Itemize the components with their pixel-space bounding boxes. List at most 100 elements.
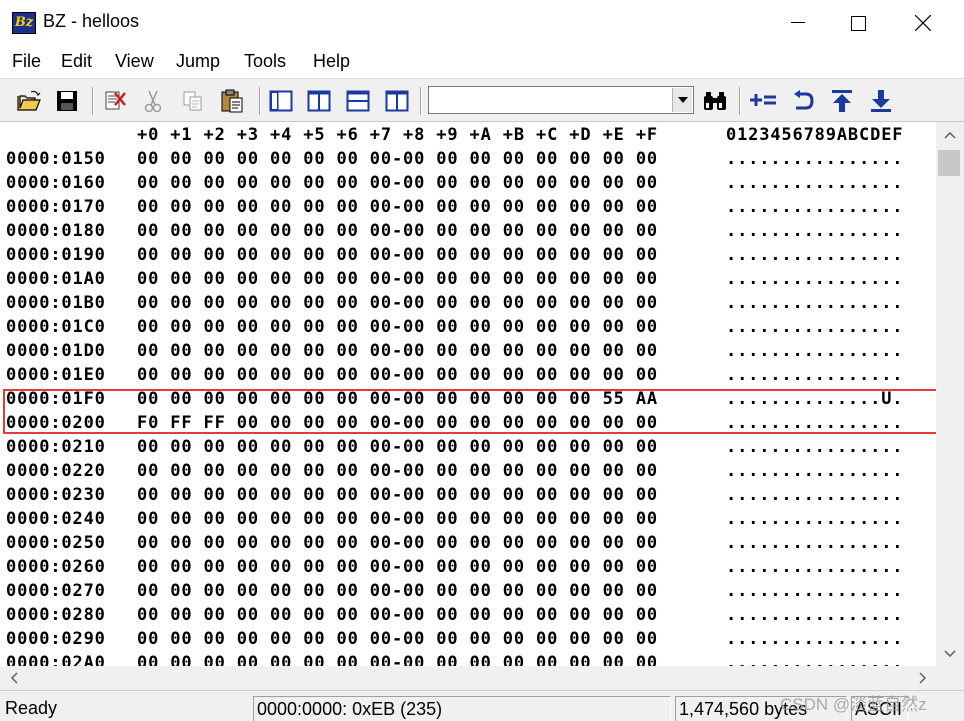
combobox-dropdown-button[interactable]	[672, 88, 692, 112]
horizontal-scrollbar[interactable]	[0, 666, 936, 690]
hex-row-bytes[interactable]: 00 00 00 00 00 00 00 00-00 00 00 00 00 0…	[137, 555, 658, 579]
hex-row-ascii[interactable]: ................	[726, 627, 903, 651]
jump-top-icon[interactable]	[829, 88, 855, 114]
app-logo-icon: Bz	[12, 12, 36, 34]
hex-row-ascii[interactable]: ................	[726, 243, 903, 267]
hex-row-ascii[interactable]: ................	[726, 195, 903, 219]
hex-row-ascii[interactable]: ................	[726, 579, 903, 603]
hex-row[interactable]: 0000:0230 00 00 00 00 00 00 00 00-00 00 0…	[0, 483, 936, 507]
hex-row-bytes[interactable]: 00 00 00 00 00 00 00 00-00 00 00 00 00 0…	[137, 483, 658, 507]
hex-row[interactable]: 0000:0160 00 00 00 00 00 00 00 00-00 00 0…	[0, 171, 936, 195]
plus-equals-icon[interactable]	[750, 88, 776, 114]
hex-row-bytes[interactable]: 00 00 00 00 00 00 00 00-00 00 00 00 00 0…	[137, 531, 658, 555]
hex-row-bytes[interactable]: 00 00 00 00 00 00 00 00-00 00 00 00 00 0…	[137, 267, 658, 291]
hex-row-bytes[interactable]: 00 00 00 00 00 00 00 00-00 00 00 00 00 0…	[137, 435, 658, 459]
hex-row-bytes[interactable]: 00 00 00 00 00 00 00 00-00 00 00 00 00 0…	[137, 603, 658, 627]
hex-row-ascii[interactable]: ................	[726, 339, 903, 363]
hex-row-ascii[interactable]: ................	[726, 291, 903, 315]
hex-row-ascii[interactable]: ................	[726, 219, 903, 243]
view-single-icon[interactable]	[268, 88, 294, 114]
view-split-vertical-icon[interactable]	[306, 88, 332, 114]
hex-row-bytes[interactable]: 00 00 00 00 00 00 00 00-00 00 00 00 00 0…	[137, 579, 658, 603]
view-split-columns-icon[interactable]	[384, 88, 410, 114]
hex-row-bytes[interactable]: 00 00 00 00 00 00 00 00-00 00 00 00 00 0…	[137, 291, 658, 315]
minimize-button[interactable]	[768, 0, 828, 46]
hex-row-ascii[interactable]: ................	[726, 603, 903, 627]
hex-row-ascii[interactable]: ................	[726, 483, 903, 507]
hex-row[interactable]: 0000:0280 00 00 00 00 00 00 00 00-00 00 0…	[0, 603, 936, 627]
hex-row-bytes[interactable]: 00 00 00 00 00 00 00 00-00 00 00 00 00 0…	[137, 363, 658, 387]
hex-row-bytes[interactable]: 00 00 00 00 00 00 00 00-00 00 00 00 00 0…	[137, 339, 658, 363]
hex-row[interactable]: 0000:0190 00 00 00 00 00 00 00 00-00 00 0…	[0, 243, 936, 267]
hex-row-bytes[interactable]: 00 00 00 00 00 00 00 00-00 00 00 00 00 0…	[137, 195, 658, 219]
hex-row-bytes[interactable]: 00 00 00 00 00 00 00 00-00 00 00 00 00 0…	[137, 171, 658, 195]
hex-row-ascii[interactable]: ................	[726, 147, 903, 171]
hex-row-ascii[interactable]: ................	[726, 267, 903, 291]
hex-row-address: 0000:0220	[6, 461, 106, 481]
vertical-scrollbar[interactable]	[936, 122, 964, 666]
hex-row-ascii[interactable]: ................	[726, 507, 903, 531]
search-combobox[interactable]	[428, 86, 694, 114]
menu-view[interactable]: View	[115, 51, 154, 72]
hex-row-address: 0000:0210	[6, 437, 106, 457]
close-button[interactable]	[893, 0, 953, 46]
hex-row-bytes[interactable]: 00 00 00 00 00 00 00 00-00 00 00 00 00 0…	[137, 219, 658, 243]
download-icon[interactable]	[868, 88, 894, 114]
hex-row-ascii[interactable]: ................	[726, 435, 903, 459]
hex-row[interactable]: 0000:01A0 00 00 00 00 00 00 00 00-00 00 0…	[0, 267, 936, 291]
hex-row-ascii[interactable]: ................	[726, 531, 903, 555]
hex-row-bytes[interactable]: 00 00 00 00 00 00 00 00-00 00 00 00 00 0…	[137, 507, 658, 531]
menu-edit[interactable]: Edit	[61, 51, 92, 72]
hex-row[interactable]: 0000:0150 00 00 00 00 00 00 00 00-00 00 0…	[0, 147, 936, 171]
hex-row[interactable]: 0000:0290 00 00 00 00 00 00 00 00-00 00 0…	[0, 627, 936, 651]
menu-help[interactable]: Help	[313, 51, 350, 72]
hex-row[interactable]: 0000:0250 00 00 00 00 00 00 00 00-00 00 0…	[0, 531, 936, 555]
status-position: 0000:0000: 0xEB (235)	[253, 696, 671, 721]
hex-row[interactable]: 0000:02A0 00 00 00 00 00 00 00 00-00 00 0…	[0, 651, 936, 666]
hex-row-ascii[interactable]: ................	[726, 363, 903, 387]
hex-row[interactable]: 0000:01B0 00 00 00 00 00 00 00 00-00 00 0…	[0, 291, 936, 315]
view-split-horizontal-icon[interactable]	[345, 88, 371, 114]
hex-row-bytes[interactable]: 00 00 00 00 00 00 00 00-00 00 00 00 00 0…	[137, 147, 658, 171]
hex-row-bytes[interactable]: 00 00 00 00 00 00 00 00-00 00 00 00 00 0…	[137, 243, 658, 267]
menu-tools[interactable]: Tools	[244, 51, 286, 72]
hex-row-address: 0000:01A0	[6, 269, 106, 289]
hex-row-bytes[interactable]: 00 00 00 00 00 00 00 00-00 00 00 00 00 0…	[137, 627, 658, 651]
binoculars-icon[interactable]	[702, 88, 728, 114]
hex-row-ascii[interactable]: ................	[726, 315, 903, 339]
copy-icon[interactable]	[180, 88, 206, 114]
hex-row[interactable]: 0000:0270 00 00 00 00 00 00 00 00-00 00 0…	[0, 579, 936, 603]
hex-row-ascii[interactable]: ................	[726, 555, 903, 579]
maximize-button[interactable]	[828, 0, 888, 46]
menu-jump[interactable]: Jump	[176, 51, 220, 72]
hex-row-ascii[interactable]: ................	[726, 459, 903, 483]
scroll-right-button[interactable]	[908, 666, 936, 690]
hex-row[interactable]: 0000:01D0 00 00 00 00 00 00 00 00-00 00 0…	[0, 339, 936, 363]
scroll-thumb[interactable]	[938, 150, 960, 176]
hex-row-bytes[interactable]: 00 00 00 00 00 00 00 00-00 00 00 00 00 0…	[137, 651, 658, 666]
hex-row[interactable]: 0000:01E0 00 00 00 00 00 00 00 00-00 00 0…	[0, 363, 936, 387]
hex-row-address: 0000:01C0	[6, 317, 106, 337]
scissors-icon[interactable]	[140, 88, 166, 114]
hex-row-ascii[interactable]: ................	[726, 171, 903, 195]
paste-icon[interactable]	[219, 88, 245, 114]
hex-row[interactable]: 0000:0240 00 00 00 00 00 00 00 00-00 00 0…	[0, 507, 936, 531]
scroll-down-button[interactable]	[936, 640, 964, 666]
cut-alt-icon[interactable]	[102, 88, 128, 114]
hex-row-bytes[interactable]: 00 00 00 00 00 00 00 00-00 00 00 00 00 0…	[137, 459, 658, 483]
hex-row[interactable]: 0000:0220 00 00 00 00 00 00 00 00-00 00 0…	[0, 459, 936, 483]
undo-arrow-icon[interactable]	[789, 88, 815, 114]
menu-file[interactable]: File	[12, 51, 41, 72]
hex-row[interactable]: 0000:0180 00 00 00 00 00 00 00 00-00 00 0…	[0, 219, 936, 243]
hex-row[interactable]: 0000:0210 00 00 00 00 00 00 00 00-00 00 0…	[0, 435, 936, 459]
hex-row-bytes[interactable]: 00 00 00 00 00 00 00 00-00 00 00 00 00 0…	[137, 315, 658, 339]
hex-row-address: 0000:01D0	[6, 341, 106, 361]
scroll-up-button[interactable]	[936, 122, 964, 148]
open-folder-icon[interactable]	[16, 88, 42, 114]
hex-row-ascii[interactable]: ................	[726, 651, 903, 666]
hex-row[interactable]: 0000:0170 00 00 00 00 00 00 00 00-00 00 0…	[0, 195, 936, 219]
hex-row[interactable]: 0000:0260 00 00 00 00 00 00 00 00-00 00 0…	[0, 555, 936, 579]
scroll-left-button[interactable]	[0, 666, 28, 690]
hex-row[interactable]: 0000:01C0 00 00 00 00 00 00 00 00-00 00 0…	[0, 315, 936, 339]
save-icon[interactable]	[54, 88, 80, 114]
